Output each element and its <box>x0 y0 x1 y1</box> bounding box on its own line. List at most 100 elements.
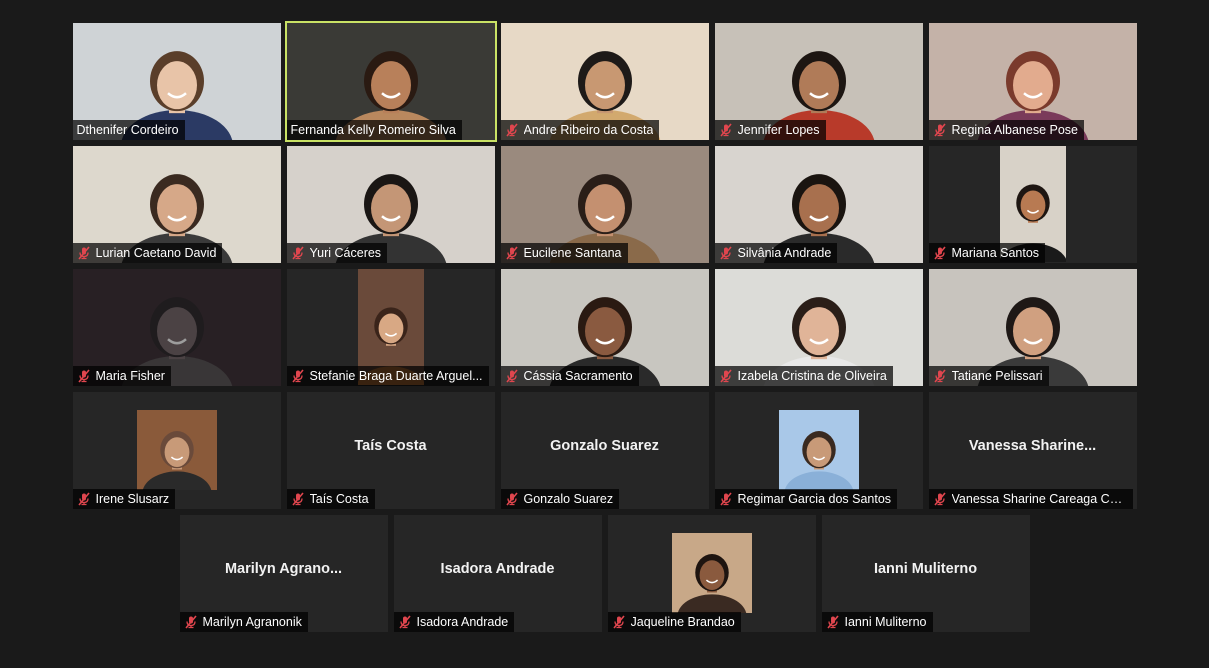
muted-microphone-icon <box>719 369 732 383</box>
participant-tile[interactable]: Stefanie Braga Duarte Arguel... <box>286 269 495 386</box>
muted-microphone-icon <box>77 369 90 383</box>
muted-microphone-icon <box>291 246 304 260</box>
muted-microphone-icon <box>933 246 946 260</box>
participant-name: Regina Albanese Pose <box>951 123 1078 137</box>
participant-name: Stefanie Braga Duarte Arguel... <box>309 369 483 383</box>
participant-nameplate: Jaqueline Brandao <box>607 612 741 632</box>
participant-tile[interactable]: Dthenifer Cordeiro <box>72 23 281 140</box>
participant-name: Gonzalo Suarez <box>523 492 614 506</box>
participant-nameplate: Yuri Cáceres <box>286 243 388 263</box>
participant-tile[interactable]: Izabela Cristina de Oliveira <box>714 269 923 386</box>
muted-microphone-icon <box>933 123 946 137</box>
participant-name: Regimar Garcia dos Santos <box>737 492 892 506</box>
participant-display-name: Marilyn Agrano... <box>224 561 343 577</box>
participant-name: Yuri Cáceres <box>309 246 382 260</box>
participant-name: Silvânia Andrade <box>737 246 832 260</box>
muted-microphone-icon <box>612 615 625 629</box>
participant-name: Marilyn Agranonik <box>202 615 302 629</box>
participant-display-name: Vanessa Sharine... <box>968 438 1097 454</box>
participant-tile[interactable]: Lurian Caetano David <box>72 146 281 263</box>
participant-nameplate: Marilyn Agranonik <box>179 612 308 632</box>
participant-name: Lurian Caetano David <box>95 246 217 260</box>
participant-name: Fernanda Kelly Romeiro Silva <box>290 123 456 137</box>
participant-name: Andre Ribeiro da Costa <box>523 123 654 137</box>
muted-microphone-icon <box>291 369 304 383</box>
participant-tile[interactable]: Silvânia Andrade <box>714 146 923 263</box>
participant-nameplate: Gonzalo Suarez <box>500 489 620 509</box>
muted-microphone-icon <box>291 492 304 506</box>
muted-microphone-icon <box>398 615 411 629</box>
participant-nameplate: Izabela Cristina de Oliveira <box>714 366 893 386</box>
participant-display-name: Gonzalo Suarez <box>550 438 659 454</box>
participant-tile[interactable]: Irene Slusarz <box>72 392 281 509</box>
muted-microphone-icon <box>719 246 732 260</box>
muted-microphone-icon <box>719 492 732 506</box>
muted-microphone-icon <box>933 369 946 383</box>
profile-picture <box>136 410 217 490</box>
participant-tile[interactable]: Marilyn Agrano... Marilyn Agranonik <box>179 515 388 632</box>
participant-nameplate: Irene Slusarz <box>72 489 176 509</box>
muted-microphone-icon <box>184 615 197 629</box>
participant-display-name: Ianni Muliterno <box>873 561 978 577</box>
gallery-row: Dthenifer Cordeiro Fernanda Kelly Romeiro… <box>0 21 1209 142</box>
participant-tile[interactable]: Regimar Garcia dos Santos <box>714 392 923 509</box>
participant-tile[interactable]: Gonzalo Suarez Gonzalo Suarez <box>500 392 709 509</box>
participant-tile[interactable]: Tatiane Pelissari <box>928 269 1137 386</box>
gallery-row: Lurian Caetano David Yuri Cáceres Eucilene… <box>0 146 1209 263</box>
participant-nameplate: Tatiane Pelissari <box>928 366 1049 386</box>
participant-tile[interactable]: Maria Fisher <box>72 269 281 386</box>
participant-tile[interactable]: Vanessa Sharine... Vanessa Sharine Careag… <box>928 392 1137 509</box>
participant-tile[interactable]: Taís Costa Taís Costa <box>286 392 495 509</box>
participant-nameplate: Andre Ribeiro da Costa <box>500 120 660 140</box>
participant-nameplate: Taís Costa <box>286 489 375 509</box>
participant-nameplate: Cássia Sacramento <box>500 366 639 386</box>
participant-nameplate: Dthenifer Cordeiro <box>72 120 185 140</box>
participant-name: Vanessa Sharine Careaga Ca... <box>951 492 1127 506</box>
gallery-view: Dthenifer Cordeiro Fernanda Kelly Romeiro… <box>0 0 1209 668</box>
participant-tile[interactable]: Andre Ribeiro da Costa <box>500 23 709 140</box>
muted-microphone-icon <box>77 246 90 260</box>
participant-nameplate: Jennifer Lopes <box>714 120 826 140</box>
muted-microphone-icon <box>826 615 839 629</box>
muted-microphone-icon <box>505 369 518 383</box>
profile-picture <box>671 533 752 613</box>
participant-nameplate: Vanessa Sharine Careaga Ca... <box>928 489 1133 509</box>
participant-tile[interactable]: Jennifer Lopes <box>714 23 923 140</box>
participant-name: Ianni Muliterno <box>844 615 927 629</box>
participant-nameplate: Eucilene Santana <box>500 243 628 263</box>
participant-name: Jennifer Lopes <box>737 123 820 137</box>
profile-picture <box>778 410 859 490</box>
participant-name: Maria Fisher <box>95 369 165 383</box>
participant-nameplate: Fernanda Kelly Romeiro Silva <box>286 120 462 140</box>
participant-tile[interactable]: Isadora Andrade Isadora Andrade <box>393 515 602 632</box>
participant-name: Taís Costa <box>309 492 369 506</box>
gallery-row: Maria Fisher Stefanie Braga Duarte Arguel… <box>0 269 1209 386</box>
participant-nameplate: Silvânia Andrade <box>714 243 838 263</box>
participant-display-name: Taís Costa <box>354 438 427 454</box>
participant-nameplate: Regina Albanese Pose <box>928 120 1084 140</box>
muted-microphone-icon <box>505 492 518 506</box>
gallery-row: Marilyn Agrano... Marilyn Agranonik Isador… <box>0 515 1209 632</box>
participant-tile[interactable]: Eucilene Santana <box>500 146 709 263</box>
participant-name: Izabela Cristina de Oliveira <box>737 369 887 383</box>
participant-tile[interactable]: Cássia Sacramento <box>500 269 709 386</box>
participant-tile[interactable]: Yuri Cáceres <box>286 146 495 263</box>
participant-name: Jaqueline Brandao <box>630 615 735 629</box>
muted-microphone-icon <box>77 492 90 506</box>
participant-nameplate: Ianni Muliterno <box>821 612 933 632</box>
participant-nameplate: Stefanie Braga Duarte Arguel... <box>286 366 489 386</box>
participant-tile[interactable]: Fernanda Kelly Romeiro Silva <box>284 21 497 142</box>
participant-name: Irene Slusarz <box>95 492 170 506</box>
muted-microphone-icon <box>505 246 518 260</box>
participant-tile[interactable]: Mariana Santos <box>928 146 1137 263</box>
participant-nameplate: Lurian Caetano David <box>72 243 223 263</box>
participant-display-name: Isadora Andrade <box>440 561 555 577</box>
participant-name: Cássia Sacramento <box>523 369 633 383</box>
participant-nameplate: Regimar Garcia dos Santos <box>714 489 898 509</box>
muted-microphone-icon <box>719 123 732 137</box>
participant-tile[interactable]: Regina Albanese Pose <box>928 23 1137 140</box>
participant-tile[interactable]: Ianni Muliterno Ianni Muliterno <box>821 515 1030 632</box>
participant-nameplate: Maria Fisher <box>72 366 171 386</box>
participant-tile[interactable]: Jaqueline Brandao <box>607 515 816 632</box>
participant-name: Tatiane Pelissari <box>951 369 1043 383</box>
